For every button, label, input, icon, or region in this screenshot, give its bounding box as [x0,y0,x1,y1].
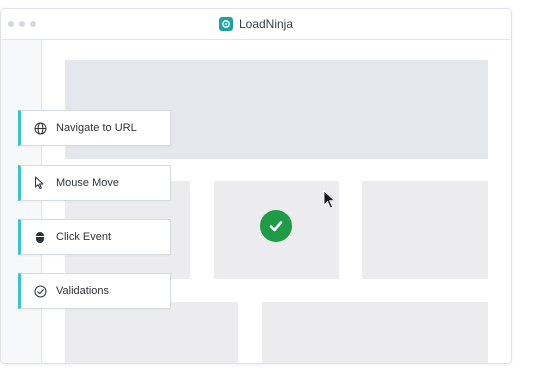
step-validations[interactable]: Validations [18,273,171,309]
mouse-cursor-icon [323,190,337,215]
step-click-event[interactable]: Click Event [18,219,171,255]
app-brand: LoadNinja [1,9,511,39]
step-label: Validations [56,285,109,297]
check-circle-icon [33,284,47,298]
loadninja-logo-icon [218,17,233,31]
step-navigate-to-url[interactable]: Navigate to URL [18,110,171,146]
validation-success-icon [260,210,292,242]
content-card-placeholder [362,181,488,279]
step-mouse-move[interactable]: Mouse Move [18,165,171,201]
content-block-placeholder [65,302,238,363]
mouse-pointer-icon [33,176,47,190]
app-title: LoadNinja [238,17,294,31]
mouse-icon [33,230,47,244]
step-label: Mouse Move [56,177,119,189]
content-block-placeholder [262,302,488,363]
step-label: Navigate to URL [56,122,137,134]
step-label: Click Event [56,231,112,243]
globe-icon [33,121,47,135]
sidebar [1,40,42,363]
title-bar: LoadNinja [1,9,511,40]
